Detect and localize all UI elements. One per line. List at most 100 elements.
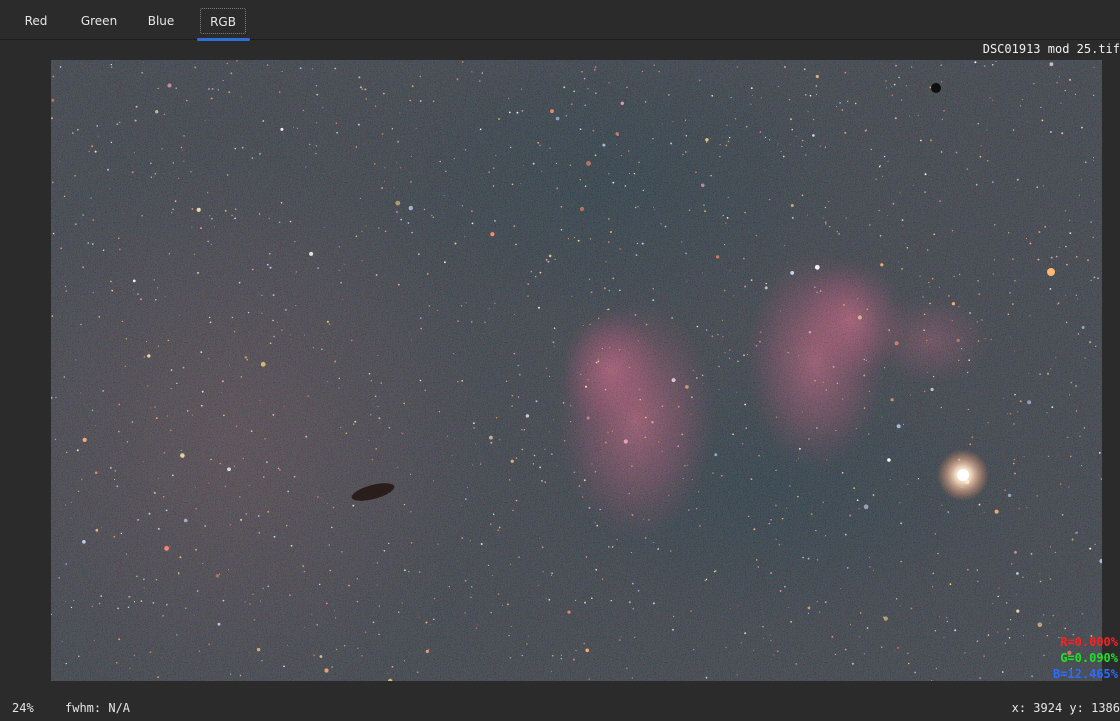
star bbox=[283, 405, 285, 407]
star bbox=[170, 369, 173, 371]
star bbox=[764, 169, 765, 171]
image-canvas[interactable] bbox=[51, 60, 1102, 681]
star bbox=[764, 136, 767, 138]
star bbox=[410, 542, 413, 544]
star bbox=[511, 405, 513, 407]
star bbox=[197, 271, 199, 274]
star bbox=[342, 299, 343, 300]
star bbox=[311, 613, 313, 615]
star bbox=[73, 599, 75, 601]
blue-channel-readout: B=12.465% bbox=[1052, 667, 1118, 681]
star bbox=[677, 445, 679, 448]
star bbox=[997, 595, 999, 598]
star bbox=[545, 259, 548, 261]
star bbox=[645, 101, 647, 103]
star bbox=[977, 340, 980, 342]
star bbox=[481, 72, 484, 74]
star bbox=[535, 276, 537, 278]
star bbox=[998, 587, 1000, 589]
star bbox=[637, 590, 640, 592]
star bbox=[283, 665, 285, 668]
star bbox=[550, 574, 552, 576]
star bbox=[547, 260, 550, 263]
star bbox=[82, 437, 87, 442]
star bbox=[643, 518, 645, 520]
tab-red[interactable]: Red bbox=[14, 6, 58, 36]
star bbox=[880, 250, 882, 252]
tab-blue[interactable]: Blue bbox=[140, 6, 182, 36]
star bbox=[91, 409, 94, 412]
star bbox=[345, 432, 348, 435]
star bbox=[114, 479, 116, 480]
star bbox=[626, 86, 628, 89]
star bbox=[208, 643, 210, 645]
star bbox=[722, 319, 723, 321]
star bbox=[619, 639, 621, 641]
star bbox=[900, 605, 902, 607]
star bbox=[704, 518, 706, 520]
star bbox=[657, 548, 660, 550]
star bbox=[279, 469, 281, 471]
tab-rgb[interactable]: RGB bbox=[200, 8, 246, 34]
star bbox=[454, 437, 456, 439]
star bbox=[432, 100, 435, 102]
star bbox=[262, 476, 265, 478]
star bbox=[744, 285, 747, 288]
star bbox=[879, 235, 882, 237]
star bbox=[977, 280, 979, 282]
star bbox=[495, 417, 498, 419]
star bbox=[898, 261, 900, 262]
star bbox=[77, 129, 79, 131]
star bbox=[1051, 406, 1054, 408]
star bbox=[461, 61, 464, 63]
star bbox=[881, 646, 883, 648]
star bbox=[592, 129, 595, 132]
star bbox=[471, 586, 473, 588]
star bbox=[560, 657, 562, 660]
star bbox=[155, 110, 159, 114]
star bbox=[182, 366, 185, 369]
star bbox=[451, 455, 453, 457]
star bbox=[899, 502, 901, 504]
star bbox=[149, 651, 152, 654]
star bbox=[1050, 263, 1052, 265]
star bbox=[515, 243, 517, 246]
star bbox=[516, 111, 519, 114]
star bbox=[95, 424, 97, 426]
star bbox=[894, 341, 899, 346]
tab-green[interactable]: Green bbox=[74, 6, 124, 36]
star bbox=[213, 226, 215, 228]
star bbox=[383, 549, 386, 552]
star bbox=[644, 537, 647, 539]
star bbox=[502, 604, 503, 606]
star bbox=[653, 64, 655, 66]
star bbox=[768, 522, 771, 525]
star bbox=[234, 217, 237, 220]
star bbox=[701, 272, 703, 274]
star bbox=[1077, 333, 1080, 335]
star bbox=[750, 103, 752, 105]
star bbox=[978, 504, 981, 506]
star bbox=[331, 526, 333, 529]
astro-image[interactable] bbox=[51, 60, 1102, 681]
star bbox=[1076, 298, 1078, 300]
star bbox=[284, 308, 287, 311]
star bbox=[537, 585, 539, 586]
star bbox=[930, 387, 934, 392]
star bbox=[1010, 285, 1012, 287]
star bbox=[217, 622, 221, 626]
star bbox=[518, 556, 520, 559]
star bbox=[1026, 238, 1027, 239]
star bbox=[495, 154, 497, 157]
star bbox=[251, 157, 254, 159]
star bbox=[644, 436, 647, 439]
star bbox=[332, 506, 335, 509]
star bbox=[117, 607, 119, 610]
star bbox=[133, 654, 135, 657]
star bbox=[515, 457, 518, 459]
star bbox=[418, 571, 421, 573]
star bbox=[1093, 157, 1094, 158]
star bbox=[597, 360, 600, 363]
star bbox=[696, 377, 698, 379]
star bbox=[334, 67, 337, 70]
